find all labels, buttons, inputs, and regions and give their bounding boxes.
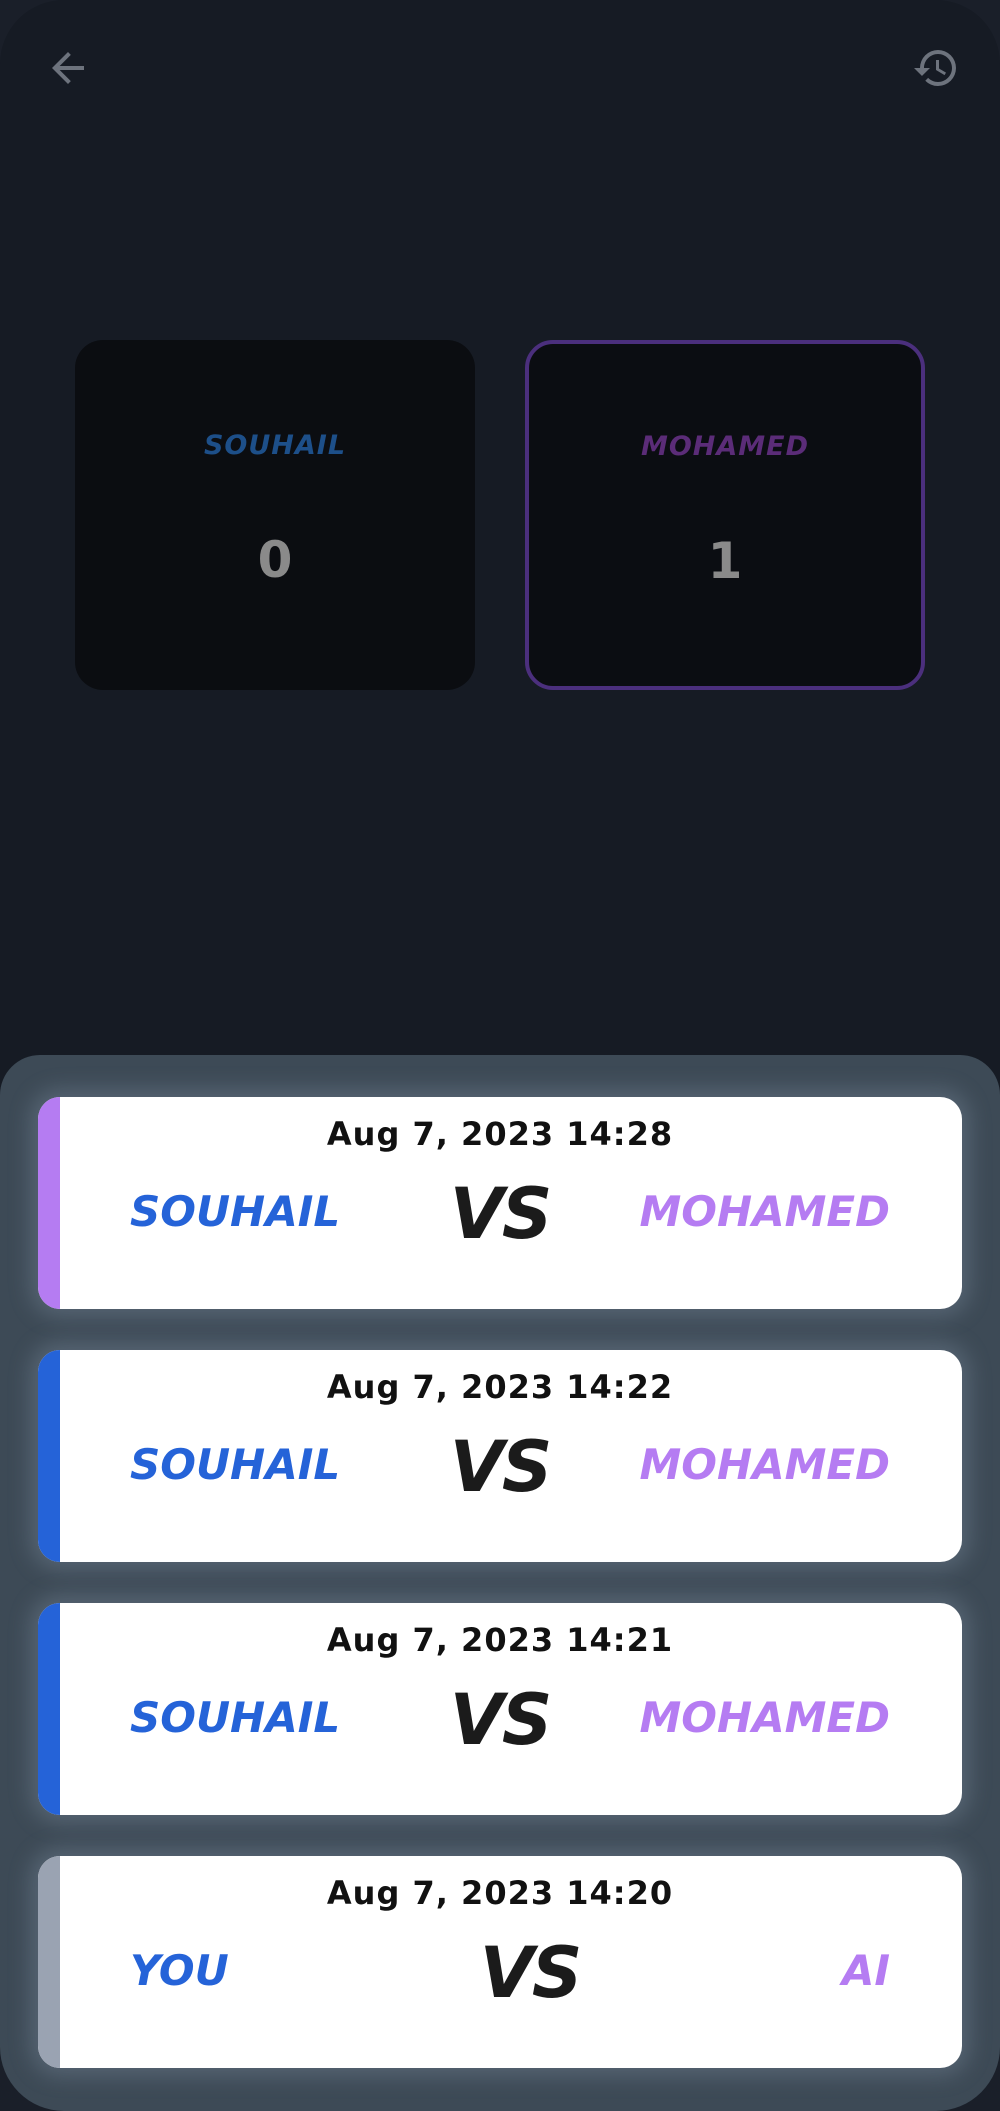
player1-score-card: SOUHAIL 0 <box>75 340 475 690</box>
match-date: Aug 7, 2023 14:20 <box>326 1874 674 1912</box>
match-history-sheet: Aug 7, 2023 14:28 SOUHAIL VS MOHAMED Aug… <box>0 1055 1000 2111</box>
versus-label: VS <box>479 1932 583 2014</box>
match-history-item[interactable]: Aug 7, 2023 14:20 YOU VS AI <box>38 1856 962 2068</box>
match-player2: AI <box>841 1946 890 1995</box>
match-date: Aug 7, 2023 14:21 <box>326 1621 674 1659</box>
history-icon <box>914 50 956 87</box>
back-button[interactable] <box>40 40 96 96</box>
game-screen: SOUHAIL 0 MOHAMED 1 Aug 7, 2023 14:28 SO… <box>0 0 1000 2111</box>
player1-score: 0 <box>257 531 293 589</box>
player2-score-card: MOHAMED 1 <box>525 340 925 690</box>
match-player2: MOHAMED <box>639 1187 890 1236</box>
arrow-left-icon <box>52 52 84 84</box>
match-date: Aug 7, 2023 14:22 <box>326 1368 674 1406</box>
match-history-item[interactable]: Aug 7, 2023 14:28 SOUHAIL VS MOHAMED <box>38 1097 962 1309</box>
player2-name: MOHAMED <box>640 431 810 462</box>
history-button[interactable] <box>908 40 964 96</box>
match-player2: MOHAMED <box>639 1693 890 1742</box>
match-player2: MOHAMED <box>639 1440 890 1489</box>
match-history-item[interactable]: Aug 7, 2023 14:21 SOUHAIL VS MOHAMED <box>38 1603 962 1815</box>
player2-score: 1 <box>707 532 743 590</box>
player1-name: SOUHAIL <box>203 430 347 461</box>
match-history-item[interactable]: Aug 7, 2023 14:22 SOUHAIL VS MOHAMED <box>38 1350 962 1562</box>
match-date: Aug 7, 2023 14:28 <box>326 1115 674 1153</box>
